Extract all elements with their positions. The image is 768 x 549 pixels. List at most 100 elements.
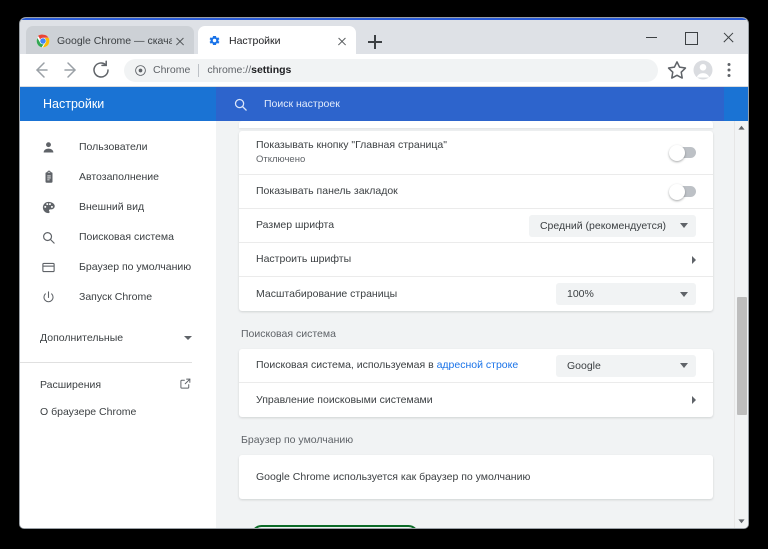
maximize-button[interactable]	[672, 20, 710, 54]
table-row[interactable]: Показывать панель закладок	[239, 175, 713, 209]
browser-window: Google Chrome — скачать бесп Настройки	[20, 18, 748, 528]
sidebar-item-label: Запуск Chrome	[79, 290, 153, 303]
chevron-right-icon	[692, 396, 696, 404]
sidebar-item-default-browser[interactable]: Браузер по умолчанию	[20, 252, 216, 282]
page-title: Настройки	[43, 97, 105, 111]
browser-toolbar: Chrome chrome://settings	[20, 54, 748, 87]
person-icon	[40, 139, 57, 156]
partial-row-above	[239, 121, 713, 128]
row-label-block: Показывать кнопку "Главная страница" Отк…	[256, 138, 670, 167]
sidebar-item-search-engine[interactable]: Поисковая система	[20, 222, 216, 252]
search-icon	[233, 97, 248, 112]
avatar-icon[interactable]	[690, 57, 716, 83]
sidebar-item-label: Дополнительные	[40, 332, 124, 344]
table-row[interactable]: Размер шрифта Средний (рекомендуется)	[239, 209, 713, 243]
scroll-up-arrow-icon[interactable]	[735, 121, 748, 135]
palette-icon	[40, 199, 57, 216]
dropdown-value: Google	[567, 359, 601, 372]
sidebar-divider	[20, 362, 192, 363]
close-window-button[interactable]	[710, 20, 748, 54]
scroll-down-arrow-icon[interactable]	[735, 514, 748, 528]
sidebar-item-autofill[interactable]: Автозаполнение	[20, 162, 216, 192]
row-label: Масштабирование страницы	[256, 287, 398, 300]
sidebar-item-extensions[interactable]: Расширения	[20, 371, 216, 398]
new-tab-button[interactable]	[364, 31, 386, 53]
sidebar-item-label: Браузер по умолчанию	[79, 260, 192, 273]
default-browser-card: Google Chrome используется как браузер п…	[239, 455, 713, 499]
toggle-show-home-button[interactable]	[669, 144, 696, 161]
forward-arrow-icon[interactable]	[57, 56, 85, 84]
sidebar-item-label: Автозаполнение	[79, 170, 159, 183]
star-icon[interactable]	[664, 57, 690, 83]
window-icon	[40, 259, 57, 276]
table-row[interactable]: Показывать кнопку "Главная страница" Отк…	[239, 131, 713, 175]
row-sublabel: Отключено	[256, 154, 306, 166]
table-row: Google Chrome используется как браузер п…	[239, 455, 713, 499]
dropdown-font-size[interactable]: Средний (рекомендуется)	[528, 214, 696, 237]
toggle-show-bookmarks-bar[interactable]	[669, 183, 696, 200]
omnibox-url-page: settings	[251, 64, 292, 76]
dropdown-value: 100%	[567, 288, 594, 300]
sidebar-item-appearance[interactable]: Внешний вид	[20, 192, 216, 222]
chevron-down-icon	[184, 336, 192, 340]
dropdown-value: Средний (рекомендуется)	[539, 219, 666, 232]
browser-tab-2[interactable]: Настройки	[198, 26, 356, 56]
three-dot-menu-icon[interactable]	[716, 57, 742, 83]
tab-title: Настройки	[229, 35, 281, 47]
dropdown-page-zoom[interactable]: 100%	[556, 283, 696, 305]
sidebar-item-label: Поисковая система	[79, 230, 174, 243]
settings-body: Пользователи Автозаполнение Внешний вид	[20, 121, 748, 528]
sidebar-item-advanced[interactable]: Дополнительные	[20, 322, 216, 354]
search-placeholder: Поиск настроек	[264, 98, 340, 110]
omnibox-url: chrome://settings	[207, 64, 291, 76]
sidebar-item-startup[interactable]: Запуск Chrome	[20, 282, 216, 312]
tab-title: Google Chrome — скачать бесп	[57, 35, 172, 47]
chevron-right-icon	[692, 255, 696, 264]
appearance-card: Показывать кнопку "Главная страница" Отк…	[239, 131, 713, 311]
power-icon	[40, 289, 57, 306]
chevron-down-icon	[680, 223, 688, 228]
reload-icon[interactable]	[87, 56, 115, 84]
chevron-down-icon	[680, 363, 688, 368]
back-arrow-icon[interactable]	[27, 56, 55, 84]
table-row-manage-search-engines[interactable]: Управление поисковыми системами	[239, 383, 713, 417]
settings-content: Показывать кнопку "Главная страница" Отк…	[216, 121, 748, 528]
table-row[interactable]: Настроить шрифты	[239, 243, 713, 277]
chrome-logo-icon	[36, 34, 50, 48]
sidebar-item-label: Расширения	[40, 378, 102, 391]
external-link-icon	[179, 377, 192, 393]
omnibox-url-prefix: chrome://	[207, 64, 252, 76]
sidebar-item-label: Внешний вид	[79, 200, 145, 213]
address-bar-link[interactable]: адресной строке	[437, 359, 519, 371]
address-bar[interactable]: Chrome chrome://settings	[124, 58, 658, 82]
row-label: Размер шрифта	[256, 219, 335, 232]
row-label-text: Поисковая система, используемая в	[256, 359, 437, 372]
minimize-button[interactable]	[634, 20, 672, 54]
section-title-search-engine: Поисковая система	[241, 328, 336, 340]
search-engine-card: Поисковая система, используемая в адресн…	[239, 349, 713, 417]
row-label: Показывать панель закладок	[256, 185, 398, 198]
browser-tab-1[interactable]: Google Chrome — скачать бесп	[26, 26, 194, 56]
sidebar-item-about-chrome[interactable]: О браузере Chrome	[20, 398, 216, 425]
row-label: Настроить шрифты	[256, 253, 352, 266]
sidebar: Пользователи Автозаполнение Внешний вид	[20, 121, 216, 528]
gear-icon	[208, 34, 222, 48]
table-row[interactable]: Масштабирование страницы 100%	[239, 277, 713, 311]
scrollbar-thumb[interactable]	[736, 297, 747, 415]
sidebar-item-users[interactable]: Пользователи	[20, 132, 216, 162]
search-input[interactable]: Поиск настроек	[216, 87, 724, 121]
close-icon[interactable]	[334, 33, 350, 49]
row-label: Поисковая система, используемая в адресн…	[256, 358, 556, 372]
tab-strip: Google Chrome — скачать бесп Настройки	[20, 18, 748, 56]
scrollbar[interactable]	[734, 121, 748, 528]
row-label: Управление поисковыми системами	[256, 393, 433, 406]
row-label: Показывать кнопку "Главная страница"	[256, 139, 447, 151]
table-row[interactable]: Поисковая система, используемая в адресн…	[239, 349, 713, 383]
dropdown-default-search-engine[interactable]: Google	[556, 354, 696, 377]
close-icon[interactable]	[172, 33, 188, 49]
sidebar-item-label: О браузере Chrome	[40, 405, 137, 418]
row-label: Google Chrome используется как браузер п…	[256, 470, 531, 483]
chevron-down-icon	[680, 291, 688, 297]
omnibox-site-label: Chrome	[153, 64, 191, 76]
sidebar-item-label: Пользователи	[79, 140, 148, 153]
